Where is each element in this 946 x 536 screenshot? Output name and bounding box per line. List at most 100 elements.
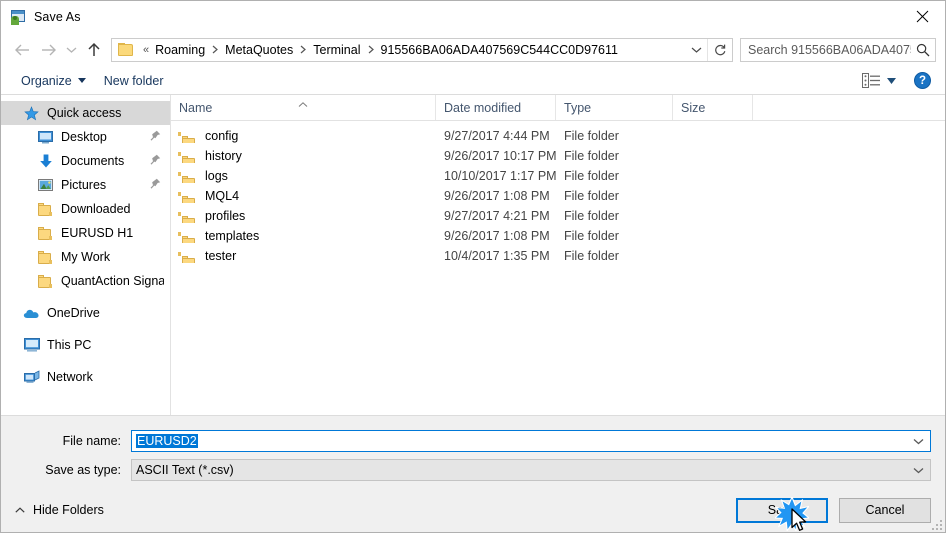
save-button-label: Save <box>767 503 797 517</box>
table-row[interactable]: profiles 9/27/2017 4:21 PM File folder <box>171 206 945 226</box>
this-pc-icon <box>23 337 40 353</box>
column-header-label: Name <box>179 100 213 115</box>
file-name: config <box>205 129 239 143</box>
sidebar-item-label: Desktop <box>61 130 107 144</box>
save-as-type-dropdown-button[interactable] <box>906 467 930 474</box>
address-dropdown-button[interactable] <box>685 39 707 61</box>
file-name-cell: tester <box>171 249 436 263</box>
file-name: MQL4 <box>205 189 240 203</box>
breadcrumb-item-3[interactable]: 915566BA06ADA407569C544CC0D97611 <box>379 41 620 59</box>
organize-button[interactable]: Organize <box>15 72 92 90</box>
file-rows: config 9/27/2017 4:44 PM File folder his… <box>171 121 945 415</box>
file-date: 9/26/2017 1:08 PM <box>444 229 550 243</box>
pictures-icon <box>37 177 54 193</box>
help-button[interactable]: ? <box>914 72 931 89</box>
column-header-label: Date modified <box>444 100 522 115</box>
save-as-dialog: Save As « Roaming MetaQuotes Terminal 91… <box>0 0 946 533</box>
column-header-date-modified[interactable]: Date modified <box>436 95 556 120</box>
table-row[interactable]: templates 9/26/2017 1:08 PM File folder <box>171 226 945 246</box>
sidebar-item-label: My Work <box>61 250 111 264</box>
sidebar-item-this-pc[interactable]: This PC <box>1 333 170 357</box>
file-name-cell: logs <box>171 169 436 183</box>
column-header-type[interactable]: Type <box>556 95 673 120</box>
documents-download-icon <box>37 153 54 169</box>
resize-grip-icon[interactable] <box>930 518 942 530</box>
close-button[interactable] <box>899 1 945 31</box>
file-name: tester <box>205 249 237 263</box>
cancel-button[interactable]: Cancel <box>839 497 931 523</box>
sidebar-item-quick-access[interactable]: Quick access <box>1 101 170 125</box>
hide-folders-button[interactable]: Hide Folders <box>11 500 108 520</box>
sidebar-item-pictures[interactable]: Pictures <box>1 173 170 197</box>
sidebar-item-documents[interactable]: Documents <box>1 149 170 173</box>
pin-icon <box>150 178 161 192</box>
folder-icon <box>37 225 54 241</box>
new-folder-label: New folder <box>103 73 164 88</box>
forward-arrow-icon <box>41 44 56 55</box>
save-as-type-row: Save as type: ASCII Text (*.csv) <box>15 459 931 481</box>
sidebar-item-label: Quick access <box>47 106 122 120</box>
folder-icon <box>37 273 54 289</box>
refresh-icon <box>715 44 726 55</box>
view-layout-button[interactable] <box>858 71 900 90</box>
navigation-sidebar: Quick access Desktop Documents Pictures … <box>1 95 171 415</box>
breadcrumb-item-2[interactable]: Terminal <box>311 41 362 59</box>
new-folder-button[interactable]: New folder <box>98 72 170 90</box>
sidebar-item-desktop[interactable]: Desktop <box>1 125 170 149</box>
breadcrumb-chevron-icon <box>363 45 379 54</box>
file-name: profiles <box>205 209 246 223</box>
sidebar-item-my-work[interactable]: My Work <box>1 245 170 269</box>
table-row[interactable]: MQL4 9/26/2017 1:08 PM File folder <box>171 186 945 206</box>
organize-label: Organize <box>21 73 72 88</box>
column-header-name[interactable]: Name <box>171 95 436 120</box>
file-name-input[interactable]: EURUSD2 <box>131 430 931 452</box>
file-name-label: File name: <box>62 434 121 448</box>
file-name-dropdown-button[interactable] <box>906 438 930 445</box>
breadcrumb-overflow[interactable]: « <box>139 44 153 56</box>
search-box[interactable]: Search 915566BA06ADA40756... <box>740 37 936 62</box>
table-row[interactable]: tester 10/4/2017 1:35 PM File folder <box>171 246 945 266</box>
file-date: 9/26/2017 10:17 PM <box>444 149 556 163</box>
breadcrumb-item-1[interactable]: MetaQuotes <box>223 41 295 59</box>
recent-locations-button[interactable] <box>61 37 81 63</box>
onedrive-cloud-icon <box>23 305 40 321</box>
toolbar: Organize New folder ? <box>1 67 945 95</box>
sidebar-item-eurusd-h1[interactable]: EURUSD H1 <box>1 221 170 245</box>
table-row[interactable]: config 9/27/2017 4:44 PM File folder <box>171 126 945 146</box>
forward-button[interactable] <box>35 37 61 63</box>
table-row[interactable]: history 9/26/2017 10:17 PM File folder <box>171 146 945 166</box>
save-button[interactable]: Save <box>736 495 828 533</box>
back-button[interactable] <box>9 37 35 63</box>
save-form: File name: EURUSD2 Save as type: ASCII T… <box>1 415 945 488</box>
table-row[interactable]: logs 10/10/2017 1:17 PM File folder <box>171 166 945 186</box>
file-date: 9/26/2017 1:08 PM <box>444 189 550 203</box>
file-type: File folder <box>564 229 619 243</box>
sidebar-item-network[interactable]: Network <box>1 365 170 389</box>
file-date: 10/10/2017 1:17 PM <box>444 169 556 183</box>
file-name-cell: templates <box>171 229 436 243</box>
file-date: 9/27/2017 4:44 PM <box>444 129 550 143</box>
file-type: File folder <box>564 129 619 143</box>
pin-icon <box>150 130 161 144</box>
window-title: Save As <box>34 9 81 24</box>
column-header-size[interactable]: Size <box>673 95 753 120</box>
breadcrumb-item-0[interactable]: Roaming <box>153 41 207 59</box>
app-icon <box>10 9 26 25</box>
breadcrumb-chevron-icon <box>207 45 223 54</box>
column-header-label: Size <box>681 100 706 115</box>
recent-locations-icon <box>66 47 76 53</box>
network-icon <box>23 369 40 385</box>
file-type: File folder <box>564 149 619 163</box>
refresh-button[interactable] <box>707 38 732 61</box>
save-as-type-select[interactable]: ASCII Text (*.csv) <box>131 459 931 481</box>
sidebar-item-quantaction-signal[interactable]: QuantAction Signal <box>1 269 170 293</box>
sidebar-item-label: EURUSD H1 <box>61 226 134 240</box>
file-date: 9/27/2017 4:21 PM <box>444 209 550 223</box>
sidebar-item-onedrive[interactable]: OneDrive <box>1 301 170 325</box>
address-bar[interactable]: « Roaming MetaQuotes Terminal 915566BA06… <box>111 37 733 62</box>
file-name-cell: profiles <box>171 209 436 223</box>
sidebar-item-downloaded[interactable]: Downloaded <box>1 197 170 221</box>
up-button[interactable] <box>81 37 107 63</box>
search-input[interactable]: Search 915566BA06ADA40756... <box>741 43 911 57</box>
close-icon <box>916 10 928 22</box>
